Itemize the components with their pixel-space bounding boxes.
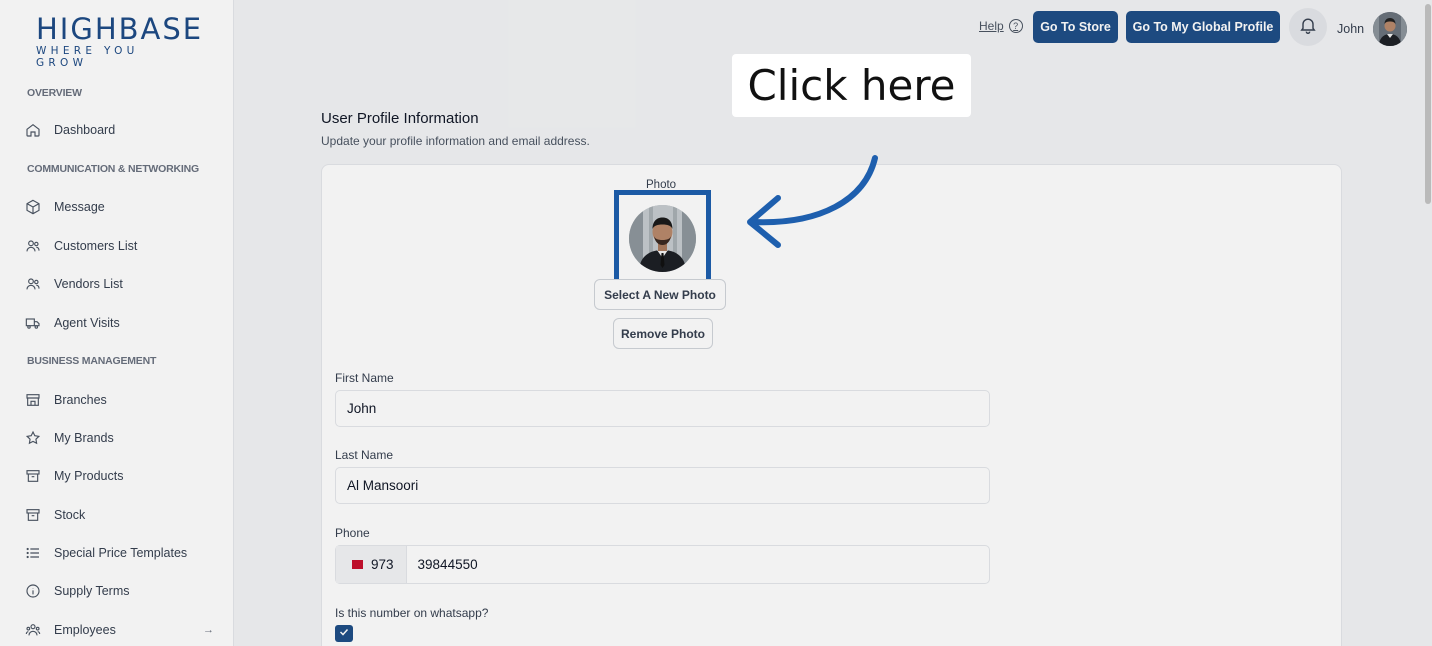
highbase-logo[interactable]: HIGHBASE WHERE YOU GROW (36, 12, 204, 69)
sidebar-item-label: Supply Terms (54, 584, 130, 598)
logo-tagline: WHERE YOU GROW (36, 45, 139, 69)
sidebar-item-label: Message (54, 200, 105, 214)
cube-icon (24, 198, 42, 216)
phone-label: Phone (335, 526, 370, 540)
sidebar-item-my-brands[interactable]: My Brands (24, 427, 214, 449)
archive-icon (24, 467, 42, 485)
help-label: Help (979, 19, 1004, 33)
whatsapp-checkbox[interactable] (335, 625, 353, 642)
sidebar-item-agent-visits[interactable]: Agent Visits (24, 312, 214, 334)
sidebar-item-label: Stock (54, 508, 86, 522)
sidebar-item-supply-terms[interactable]: Supply Terms (24, 580, 214, 602)
first-name-value: John (347, 401, 377, 416)
help-link[interactable]: Help ? (979, 19, 1023, 33)
whatsapp-label: Is this number on whatsapp? (335, 606, 489, 620)
country-code-selector[interactable]: 973 (336, 546, 407, 583)
sidebar-item-my-products[interactable]: My Products (24, 465, 214, 487)
sidebar-item-label: My Brands (54, 431, 114, 445)
last-name-value: Al Mansoori (347, 478, 419, 493)
select-new-photo-button[interactable]: Select A New Photo (594, 279, 726, 310)
scrollbar[interactable] (1424, 0, 1432, 646)
list-icon (24, 544, 42, 562)
section-business-management: BUSINESS MANAGEMENT (27, 355, 157, 367)
home-icon (24, 121, 42, 139)
store-icon (24, 391, 42, 409)
sidebar-item-label: Special Price Templates (54, 546, 188, 560)
truck-icon (24, 314, 42, 332)
sidebar-item-label: Agent Visits (54, 316, 120, 330)
first-name-input[interactable]: John (335, 390, 990, 427)
sidebar-item-vendors-list[interactable]: Vendors List (24, 273, 214, 295)
remove-photo-button[interactable]: Remove Photo (613, 318, 713, 349)
users-icon (24, 275, 42, 293)
photo-highlight-box (614, 190, 711, 286)
sidebar-item-label: My Products (54, 469, 124, 483)
notification-button[interactable] (1289, 8, 1327, 46)
sidebar-item-message[interactable]: Message (24, 196, 214, 218)
question-circle-icon: ? (1008, 19, 1023, 33)
sidebar-item-dashboard[interactable]: Dashboard (24, 119, 214, 141)
sidebar-item-special-price-templates[interactable]: Special Price Templates (24, 542, 214, 564)
star-icon (24, 429, 42, 447)
archive-icon (24, 506, 42, 524)
sidebar-item-label: Dashboard (54, 123, 116, 137)
sidebar-item-label: Branches (54, 393, 107, 407)
bell-icon (1298, 15, 1318, 40)
user-avatar[interactable] (1373, 12, 1407, 46)
click-here-callout: Click here (732, 54, 971, 117)
phone-number-value: 39844550 (417, 557, 478, 572)
first-name-label: First Name (335, 371, 394, 385)
info-icon (24, 582, 42, 600)
sidebar-item-employees[interactable]: Employees → (24, 619, 214, 641)
sidebar: HIGHBASE WHERE YOU GROW OVERVIEW Dashboa… (0, 0, 234, 646)
scrollbar-thumb[interactable] (1425, 4, 1431, 204)
last-name-input[interactable]: Al Mansoori (335, 467, 990, 504)
bahrain-flag-icon (352, 560, 363, 569)
pointer-arrow-icon (747, 155, 878, 248)
users-icon (24, 237, 42, 255)
sidebar-item-customers-list[interactable]: Customers List (24, 235, 214, 257)
sidebar-item-label: Customers List (54, 239, 138, 253)
sidebar-item-label: Employees (54, 623, 116, 637)
phone-input[interactable]: 973 39844550 (335, 545, 990, 584)
user-name[interactable]: John (1337, 22, 1364, 36)
last-name-label: Last Name (335, 448, 394, 462)
country-code: 973 (371, 557, 394, 572)
sidebar-item-stock[interactable]: Stock (24, 504, 214, 526)
go-to-global-profile-button[interactable]: Go To My Global Profile (1126, 11, 1280, 43)
users-icon (24, 621, 42, 639)
sidebar-item-branches[interactable]: Branches (24, 389, 214, 411)
page-title: User Profile Information (321, 110, 479, 127)
logo-text: HIGHBASE (36, 12, 204, 46)
sidebar-item-label: Vendors List (54, 277, 123, 291)
section-overview: OVERVIEW (27, 87, 82, 99)
arrow-right-icon: → (203, 624, 214, 636)
check-icon (338, 625, 350, 643)
go-to-store-button[interactable]: Go To Store (1033, 11, 1118, 43)
page-description: Update your profile information and emai… (321, 134, 590, 148)
section-communication: COMMUNICATION & NETWORKING (27, 163, 199, 175)
